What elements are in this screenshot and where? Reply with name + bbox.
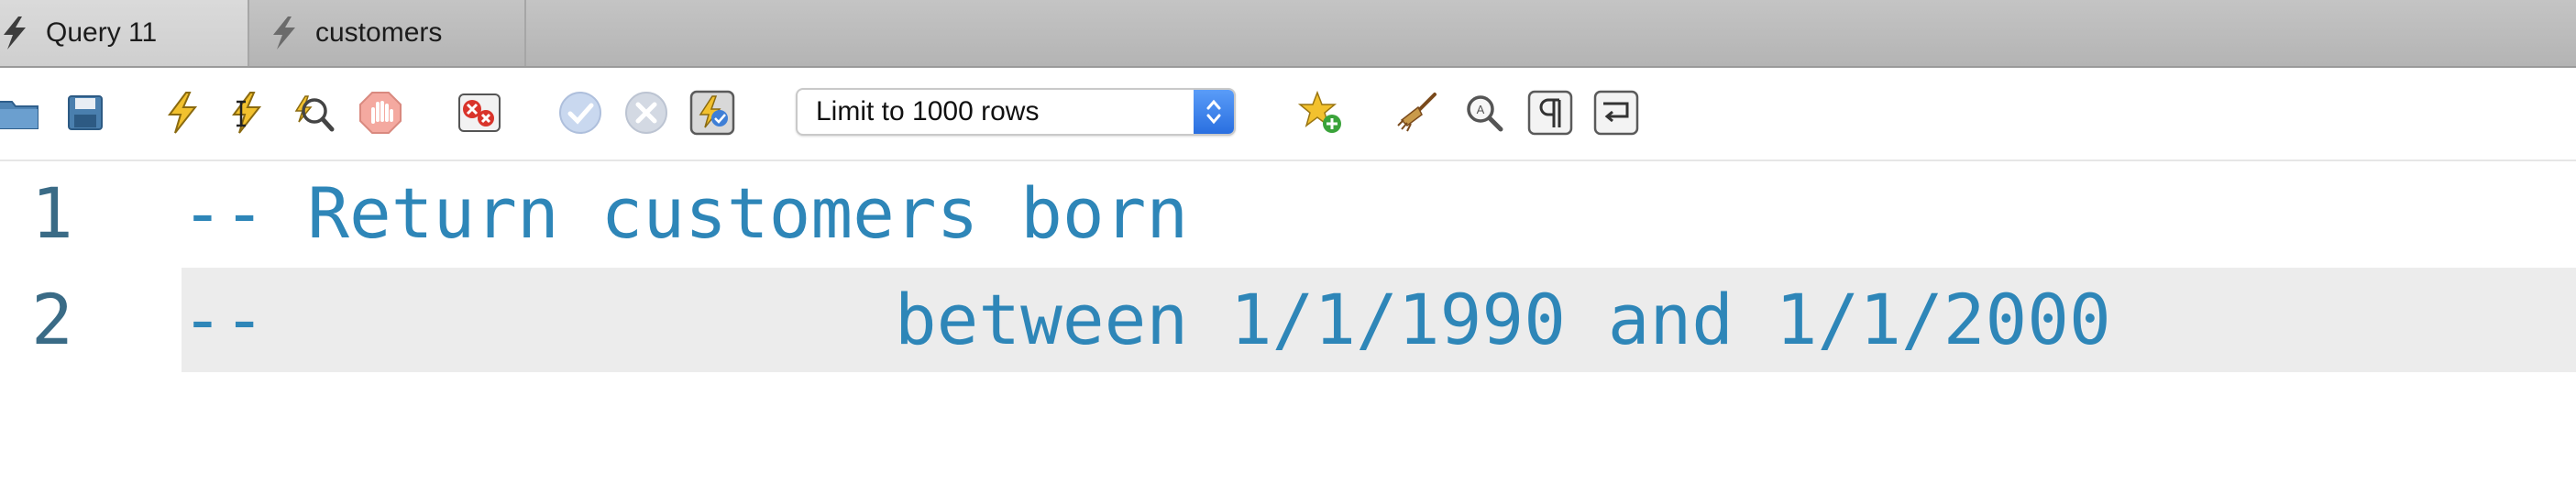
tab-label: customers — [315, 17, 443, 48]
tab-customers[interactable]: customers — [249, 0, 526, 66]
toggle-error-button[interactable] — [453, 86, 506, 139]
select-stepper[interactable] — [1194, 90, 1234, 134]
rollback-button[interactable] — [620, 86, 673, 139]
autocommit-toggle[interactable] — [686, 86, 739, 139]
execute-current-button[interactable] — [220, 86, 273, 139]
tab-label: Query 11 — [46, 17, 158, 48]
open-folder-button[interactable] — [0, 86, 46, 139]
save-icon — [68, 95, 103, 130]
limit-rows-value: Limit to 1000 rows — [816, 96, 1040, 126]
limit-rows-select[interactable]: Limit to 1000 rows — [796, 88, 1236, 136]
lightning-icon — [168, 92, 198, 134]
tab-bar: Query 11 customers — [0, 0, 2576, 68]
sql-toolbar: Limit to 1000 rows A — [0, 68, 2576, 161]
explain-button[interactable] — [286, 86, 339, 139]
bolt-icon — [273, 16, 295, 50]
magnify-lightning-icon — [294, 95, 335, 132]
sql-comment[interactable]: -- Return customers born — [182, 161, 1188, 266]
find-icon: A — [1467, 95, 1503, 132]
bolt-icon — [4, 16, 26, 50]
invisible-chars-button[interactable] — [1524, 86, 1577, 139]
stop-button[interactable] — [354, 86, 407, 139]
broom-icon — [1397, 93, 1437, 132]
autocommit-icon — [689, 90, 735, 136]
tab-query-11[interactable]: Query 11 — [0, 0, 249, 66]
wrap-icon — [1593, 90, 1639, 136]
commit-button[interactable] — [554, 86, 607, 139]
editor-line-current: 2 -- between 1/1/1990 and 1/1/2000 — [0, 268, 2576, 372]
pilcrow-icon — [1527, 90, 1573, 136]
line-number: 1 — [31, 172, 73, 254]
execute-button[interactable] — [156, 86, 209, 139]
find-button[interactable]: A — [1458, 86, 1511, 139]
beautify-button[interactable] — [1392, 86, 1445, 139]
wrap-lines-button[interactable] — [1590, 86, 1643, 139]
star-plus-icon — [1297, 90, 1341, 133]
error-x-icon — [458, 94, 501, 132]
add-snippet-button[interactable] — [1294, 86, 1348, 139]
query-editor-window: Query 11 customers Limit to 1000 rows A … — [0, 0, 2576, 495]
x-circle-icon — [625, 92, 667, 134]
check-circle-icon — [559, 92, 601, 134]
sql-editor[interactable]: 1 -- Return customers born 2 -- between … — [0, 161, 2576, 495]
editor-line: 1 -- Return customers born — [0, 161, 2576, 266]
save-button[interactable] — [59, 86, 112, 139]
sql-comment[interactable]: -- between 1/1/1990 and 1/1/2000 — [182, 268, 2111, 372]
line-number: 2 — [31, 279, 73, 360]
lightning-cursor-icon — [232, 92, 262, 134]
folder-icon — [0, 101, 39, 129]
chevron-up-down-icon — [1206, 99, 1221, 125]
svg-text:A: A — [1477, 103, 1485, 116]
stop-hand-icon — [359, 92, 402, 134]
